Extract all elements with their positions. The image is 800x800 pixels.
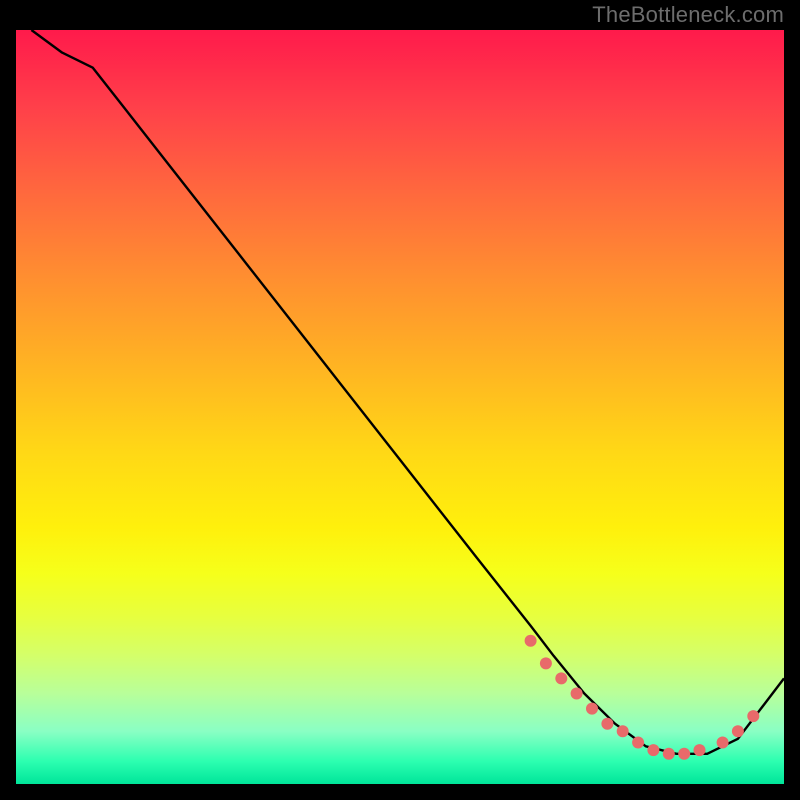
highlight-dot <box>717 737 729 749</box>
highlight-dot <box>663 748 675 760</box>
curve-line <box>31 30 784 754</box>
plot-area <box>16 30 784 784</box>
highlight-dot <box>601 718 613 730</box>
chart-svg <box>16 30 784 784</box>
highlight-dot <box>571 688 583 700</box>
highlight-dot <box>647 744 659 756</box>
watermark-text: TheBottleneck.com <box>592 2 784 28</box>
highlight-dot <box>678 748 690 760</box>
highlight-dot <box>747 710 759 722</box>
highlight-dot <box>632 737 644 749</box>
highlight-dot <box>586 703 598 715</box>
highlight-dot <box>617 725 629 737</box>
highlight-dot <box>525 635 537 647</box>
highlight-dot <box>540 657 552 669</box>
highlight-dot <box>694 744 706 756</box>
highlight-dot <box>555 672 567 684</box>
highlight-dots <box>525 635 760 760</box>
highlight-dot <box>732 725 744 737</box>
chart-frame: TheBottleneck.com <box>0 0 800 800</box>
